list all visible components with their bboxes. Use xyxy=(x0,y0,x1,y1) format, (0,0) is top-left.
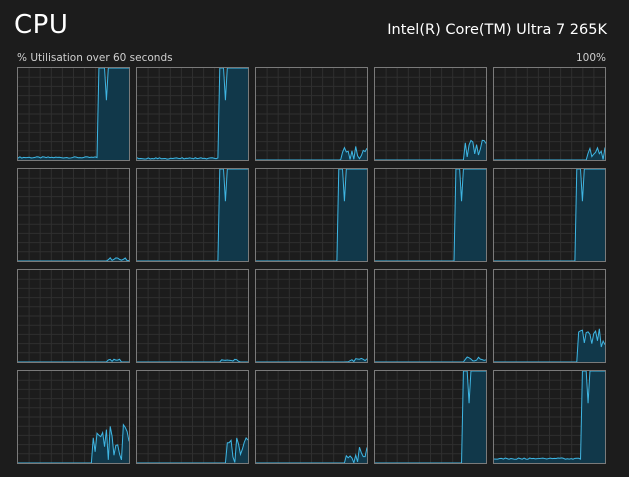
cpu-thread-graph[interactable] xyxy=(493,269,606,363)
cpu-thread-plot xyxy=(375,371,486,463)
cpu-thread-graph[interactable] xyxy=(136,67,249,161)
cpu-thread-plot xyxy=(494,68,605,160)
cpu-thread-graph[interactable] xyxy=(493,67,606,161)
cpu-thread-plot xyxy=(18,371,129,463)
cpu-thread-graph[interactable] xyxy=(374,269,487,363)
cpu-thread-graph[interactable] xyxy=(255,269,368,363)
cpu-thread-graph[interactable] xyxy=(374,168,487,262)
cpu-thread-plot xyxy=(137,68,248,160)
cpu-thread-plot xyxy=(137,371,248,463)
cpu-thread-graph[interactable] xyxy=(255,168,368,262)
logical-processor-grid[interactable] xyxy=(17,67,606,464)
cpu-thread-plot xyxy=(256,270,367,362)
cpu-thread-graph[interactable] xyxy=(17,67,130,161)
cpu-thread-graph[interactable] xyxy=(17,269,130,363)
cpu-thread-plot xyxy=(494,169,605,261)
cpu-thread-plot xyxy=(18,169,129,261)
cpu-thread-graph[interactable] xyxy=(255,370,368,464)
cpu-thread-graph[interactable] xyxy=(374,370,487,464)
cpu-thread-graph[interactable] xyxy=(17,168,130,262)
cpu-thread-graph[interactable] xyxy=(136,269,249,363)
cpu-thread-plot xyxy=(18,68,129,160)
cpu-thread-graph[interactable] xyxy=(136,168,249,262)
cpu-thread-plot xyxy=(375,68,486,160)
cpu-thread-graph[interactable] xyxy=(136,370,249,464)
cpu-thread-plot xyxy=(18,270,129,362)
cpu-thread-graph[interactable] xyxy=(493,168,606,262)
cpu-thread-plot xyxy=(137,169,248,261)
cpu-thread-plot xyxy=(494,270,605,362)
utilisation-subtitle: % Utilisation over 60 seconds xyxy=(17,52,173,64)
cpu-model-name: Intel(R) Core(TM) Ultra 7 265K xyxy=(387,22,607,38)
cpu-thread-plot xyxy=(256,68,367,160)
cpu-thread-graph[interactable] xyxy=(255,67,368,161)
cpu-thread-graph[interactable] xyxy=(17,370,130,464)
page-title: CPU xyxy=(14,10,69,40)
cpu-thread-plot xyxy=(256,169,367,261)
cpu-thread-plot xyxy=(375,169,486,261)
cpu-thread-plot xyxy=(256,371,367,463)
cpu-thread-graph[interactable] xyxy=(374,67,487,161)
cpu-thread-plot xyxy=(375,270,486,362)
cpu-thread-plot xyxy=(494,371,605,463)
max-percent-label: 100% xyxy=(575,52,606,64)
cpu-thread-plot xyxy=(137,270,248,362)
cpu-thread-graph[interactable] xyxy=(493,370,606,464)
